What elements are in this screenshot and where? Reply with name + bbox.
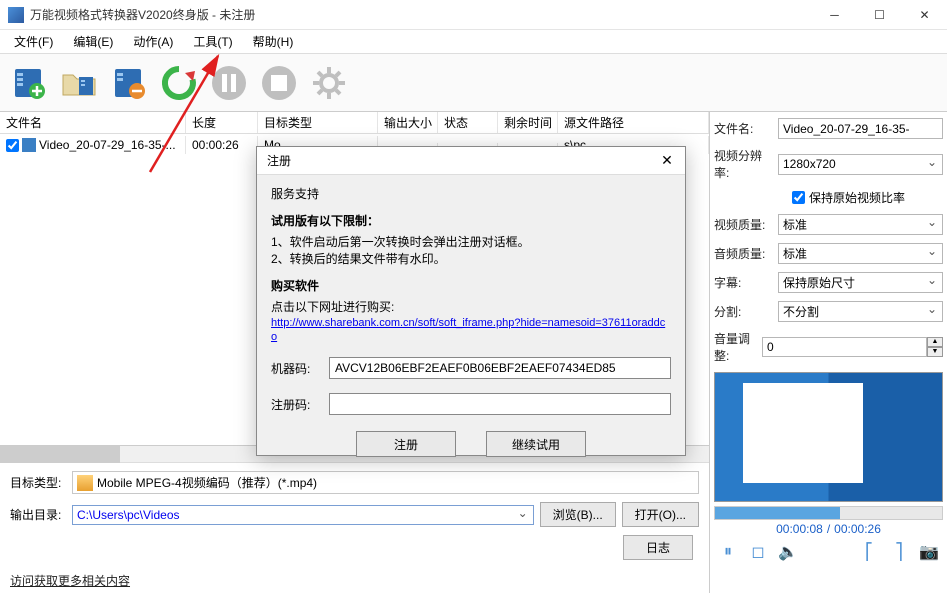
minimize-button[interactable]: ─ <box>812 0 857 30</box>
dialog-title-text: 注册 <box>267 152 649 169</box>
app-icon <box>8 7 24 23</box>
video-quality-select[interactable] <box>778 214 943 235</box>
output-dir-label: 输出目录: <box>10 506 66 523</box>
format-icon <box>77 475 93 491</box>
target-type-field[interactable]: Mobile MPEG-4视频编码（推荐）(*.mp4) <box>72 471 699 494</box>
trial-line-2: 2、转换后的结果文件带有水印。 <box>271 250 671 267</box>
menu-help[interactable]: 帮助(H) <box>245 31 302 52</box>
register-dialog: 注册 ✕ 服务支持 试用版有以下限制： 1、软件启动后第一次转换时会弹出注册对话… <box>256 146 686 456</box>
video-file-icon <box>22 138 36 152</box>
titlebar: 万能视频格式转换器V2020终身版 - 未注册 ─ ☐ ✕ <box>0 0 947 30</box>
service-support-text: 服务支持 <box>271 185 671 202</box>
volume-up[interactable]: ▲ <box>927 337 943 347</box>
register-button[interactable]: 注册 <box>356 431 456 457</box>
maximize-button[interactable]: ☐ <box>857 0 902 30</box>
machine-code-label: 机器码: <box>271 360 321 377</box>
row-length: 00:00:26 <box>186 136 258 154</box>
row-checkbox[interactable] <box>6 139 19 152</box>
settings-button[interactable] <box>306 60 352 106</box>
filename-input[interactable] <box>778 118 943 139</box>
col-header-path[interactable]: 源文件路径 <box>558 112 709 133</box>
menu-action[interactable]: 动作(A) <box>125 31 181 52</box>
video-quality-label: 视频质量: <box>714 216 772 233</box>
split-select[interactable] <box>778 301 943 322</box>
right-panel: 文件名: 视频分辨率: 保持原始视频比率 视频质量: 音频质量: 字幕: 分割: <box>710 112 947 593</box>
resolution-label: 视频分辨率: <box>714 147 772 181</box>
add-folder-button[interactable] <box>56 60 102 106</box>
volume-label: 音量调整: <box>714 330 756 364</box>
preview-mark-out-icon[interactable]: ⎤ <box>889 542 909 562</box>
audio-quality-select[interactable] <box>778 243 943 264</box>
preview-volume-icon[interactable]: 🔈 <box>778 542 798 562</box>
col-header-name[interactable]: 文件名 <box>0 112 186 133</box>
subtitle-label: 字幕: <box>714 274 772 291</box>
preview-time-current: 00:00:08 <box>776 522 823 536</box>
col-header-length[interactable]: 长度 <box>186 112 258 133</box>
bottom-controls: 目标类型: Mobile MPEG-4视频编码（推荐）(*.mp4) 输出目录:… <box>0 462 709 568</box>
menubar: 文件(F) 编辑(E) 动作(A) 工具(T) 帮助(H) <box>0 30 947 54</box>
target-type-value: Mobile MPEG-4视频编码（推荐）(*.mp4) <box>97 474 317 491</box>
preview-frame <box>714 372 943 502</box>
col-header-status[interactable]: 状态 <box>438 112 498 133</box>
filename-label: 文件名: <box>714 120 772 137</box>
continue-trial-button[interactable]: 继续试用 <box>486 431 586 457</box>
resolution-select[interactable] <box>778 154 943 175</box>
audio-quality-label: 音频质量: <box>714 245 772 262</box>
open-button[interactable]: 打开(O)... <box>622 502 699 527</box>
preview-area: 00:00:08 / 00:00:26 ⏸ ◻ 🔈 ⎡ ⎤ 📷 <box>714 372 943 562</box>
trial-line-1: 1、软件启动后第一次转换时会弹出注册对话框。 <box>271 233 671 250</box>
browse-button[interactable]: 浏览(B)... <box>540 502 616 527</box>
remove-file-button[interactable] <box>106 60 152 106</box>
machine-code-input[interactable] <box>329 357 671 379</box>
footer-link[interactable]: 访问获取更多相关内容 <box>0 568 709 593</box>
table-header: 文件名 长度 目标类型 输出大小 状态 剩余时间 源文件路径 <box>0 112 709 134</box>
buy-desc: 点击以下网址进行购买: <box>271 298 671 315</box>
close-button[interactable]: ✕ <box>902 0 947 30</box>
trial-heading: 试用版有以下限制： <box>271 212 671 229</box>
dialog-titlebar: 注册 ✕ <box>257 147 685 175</box>
menu-file[interactable]: 文件(F) <box>6 31 61 52</box>
add-file-button[interactable] <box>6 60 52 106</box>
reg-code-label: 注册码: <box>271 396 321 413</box>
menu-tools[interactable]: 工具(T) <box>185 31 240 52</box>
volume-down[interactable]: ▼ <box>927 347 943 357</box>
window-title: 万能视频格式转换器V2020终身版 - 未注册 <box>30 6 812 23</box>
toolbar <box>0 54 947 112</box>
target-type-label: 目标类型: <box>10 474 66 491</box>
col-header-remain[interactable]: 剩余时间 <box>498 112 558 133</box>
subtitle-select[interactable] <box>778 272 943 293</box>
keep-ratio-label: 保持原始视频比率 <box>809 189 905 206</box>
keep-ratio-checkbox[interactable] <box>792 191 805 204</box>
dialog-close-button[interactable]: ✕ <box>649 147 685 175</box>
pause-button[interactable] <box>206 60 252 106</box>
preview-pause-icon[interactable]: ⏸ <box>718 542 738 562</box>
preview-mark-in-icon[interactable]: ⎡ <box>859 542 879 562</box>
preview-snapshot-icon[interactable]: 📷 <box>919 542 939 562</box>
log-button[interactable]: 日志 <box>623 535 693 560</box>
output-dir-input[interactable] <box>72 505 534 525</box>
stop-button[interactable] <box>256 60 302 106</box>
col-header-size[interactable]: 输出大小 <box>378 112 438 133</box>
row-filename: Video_20-07-29_16-35-... <box>39 138 176 152</box>
preview-progress[interactable] <box>714 506 943 520</box>
volume-input[interactable] <box>762 337 927 357</box>
reg-code-input[interactable] <box>329 393 671 415</box>
preview-time-total: 00:00:26 <box>834 522 881 536</box>
col-header-target[interactable]: 目标类型 <box>258 112 378 133</box>
convert-button[interactable] <box>156 60 202 106</box>
buy-link[interactable]: http://www.sharebank.com.cn/soft/soft_if… <box>271 317 665 343</box>
preview-stop-icon[interactable]: ◻ <box>748 542 768 562</box>
buy-heading: 购买软件 <box>271 277 671 294</box>
menu-edit[interactable]: 编辑(E) <box>65 31 121 52</box>
split-label: 分割: <box>714 303 772 320</box>
